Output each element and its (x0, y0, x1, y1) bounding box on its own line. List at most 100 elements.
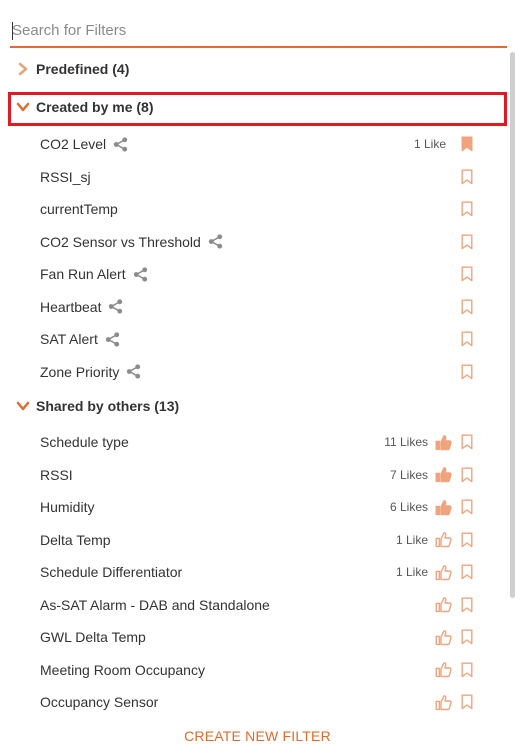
thumbs-up-icon[interactable] (434, 433, 452, 451)
like-count: 1 Like (395, 532, 428, 547)
share-icon (113, 136, 128, 152)
thumbs-up-icon[interactable] (434, 531, 452, 549)
group-shared-by-others[interactable]: Shared by others (13) (10, 391, 506, 421)
like-count: 7 Likes (389, 467, 428, 482)
filter-name-text: currentTemp (40, 201, 118, 217)
filter-row[interactable]: Zone Priority (10, 357, 488, 387)
filter-name-text: Humidity (40, 499, 95, 515)
search-field[interactable] (10, 14, 507, 48)
chevron-down-icon (10, 102, 36, 112)
bookmark-icon[interactable] (460, 298, 474, 316)
filter-name: Occupancy Sensor (40, 694, 158, 710)
filter-row[interactable]: Delta Temp 1 Like (10, 525, 488, 555)
filter-row[interactable]: Humidity 6 Likes (10, 492, 488, 522)
share-icon (133, 266, 148, 282)
bookmark-icon[interactable] (460, 363, 474, 381)
bookmark-icon[interactable] (460, 233, 474, 251)
bookmark-icon[interactable] (460, 661, 474, 679)
group-predefined[interactable]: Predefined (4) (10, 54, 506, 84)
filter-name: SAT Alert (40, 331, 120, 347)
filter-name: Humidity (40, 499, 94, 515)
create-area: CREATE NEW FILTER (0, 728, 515, 746)
filter-name-text: Meeting Room Occupancy (40, 661, 205, 678)
thumbs-up-icon[interactable] (434, 563, 452, 581)
bookmark-icon[interactable] (460, 265, 474, 283)
like-count: 1 Like (395, 565, 428, 579)
share-icon (126, 364, 141, 379)
bookmark-icon[interactable] (460, 531, 474, 549)
filter-name-text: Schedule Differentiator (40, 564, 183, 580)
bookmark-icon[interactable] (460, 135, 474, 153)
bookmark-icon[interactable] (460, 168, 474, 186)
filter-row[interactable]: Meeting Room Occupancy (10, 655, 488, 685)
filter-row[interactable]: CO2 Sensor vs Threshold (10, 227, 488, 257)
filter-name-text: Delta Temp (40, 531, 111, 548)
filter-name: Delta Temp (40, 532, 111, 548)
filter-row[interactable]: Occupancy Sensor (10, 687, 488, 717)
filter-name-text: RSSI_sj (40, 168, 91, 185)
group-created-by-me[interactable]: Created by me (8) (10, 92, 506, 122)
filter-name-text: SAT Alert (40, 331, 98, 347)
like-count: 6 Likes (389, 500, 428, 514)
thumbs-up-icon[interactable] (434, 628, 452, 646)
filter-row[interactable]: CO2 Level 1 Like (10, 129, 488, 159)
filter-name: CO2 Level (40, 136, 128, 152)
filter-row[interactable]: RSSI_sj (10, 162, 488, 192)
filter-name-text: Occupancy Sensor (40, 694, 159, 710)
filter-row[interactable]: Schedule Differentiator 1 Like (10, 557, 488, 587)
group-label: Predefined (4) (36, 61, 130, 77)
filter-name: Schedule type (40, 434, 129, 450)
bookmark-icon[interactable] (460, 466, 474, 484)
thumbs-up-icon[interactable] (434, 693, 452, 711)
share-icon (108, 299, 123, 314)
bookmark-icon[interactable] (460, 693, 474, 711)
filter-row[interactable]: As-SAT Alarm - DAB and Standalone (10, 590, 488, 620)
filter-name: Zone Priority (40, 364, 141, 380)
filter-name: Meeting Room Occupancy (40, 662, 205, 678)
filter-name-text: RSSI (40, 466, 73, 483)
bookmark-icon[interactable] (460, 330, 474, 348)
thumbs-up-icon[interactable] (434, 661, 452, 679)
filter-name: Heartbeat (40, 299, 123, 315)
filter-name-text: GWL Delta Temp (40, 629, 146, 645)
filters-panel: Predefined (4) Created by me (8) CO2 Lev… (0, 0, 515, 756)
filter-name: Fan Run Alert (40, 266, 148, 282)
chevron-down-icon (10, 401, 36, 411)
filter-name: GWL Delta Temp (40, 629, 146, 645)
filter-name: CO2 Sensor vs Threshold (40, 234, 223, 250)
filter-row[interactable]: currentTemp (10, 194, 488, 224)
bookmark-icon[interactable] (460, 563, 474, 581)
filter-name-text: Fan Run Alert (40, 266, 126, 282)
filter-row[interactable]: Heartbeat (10, 292, 488, 322)
like-count: 11 Likes (384, 435, 428, 449)
filter-row[interactable]: SAT Alert (10, 324, 488, 354)
group-label: Shared by others (13) (36, 398, 180, 414)
filter-row[interactable]: Fan Run Alert (10, 259, 488, 289)
filter-name: currentTemp (40, 201, 118, 217)
bookmark-icon[interactable] (460, 596, 474, 614)
create-new-filter-button[interactable]: CREATE NEW FILTER (184, 728, 331, 744)
bookmark-icon[interactable] (460, 498, 474, 516)
search-input[interactable] (10, 14, 507, 46)
thumbs-up-icon[interactable] (434, 466, 452, 484)
filter-name-text: CO2 Level (40, 136, 107, 152)
bookmark-icon[interactable] (460, 200, 474, 218)
filter-name: As-SAT Alarm - DAB and Standalone (40, 597, 270, 613)
share-icon (105, 331, 120, 347)
thumbs-up-icon[interactable] (434, 498, 452, 516)
thumbs-up-icon[interactable] (434, 596, 452, 614)
bookmark-icon[interactable] (460, 433, 474, 451)
filter-name-text: CO2 Sensor vs Threshold (40, 233, 201, 250)
filter-row[interactable]: Schedule type 11 Likes (10, 427, 488, 457)
filter-name-text: Schedule type (40, 434, 129, 450)
filter-name: RSSI (40, 467, 73, 483)
filter-row[interactable]: RSSI 7 Likes (10, 460, 488, 490)
chevron-right-icon (10, 62, 36, 76)
filter-name: RSSI_sj (40, 169, 91, 185)
scrollbar[interactable] (510, 52, 515, 598)
share-icon (208, 234, 223, 249)
filter-name: Schedule Differentiator (40, 564, 182, 580)
bookmark-icon[interactable] (460, 628, 474, 646)
filter-name-text: Zone Priority (40, 363, 120, 380)
filter-row[interactable]: GWL Delta Temp (10, 622, 488, 652)
